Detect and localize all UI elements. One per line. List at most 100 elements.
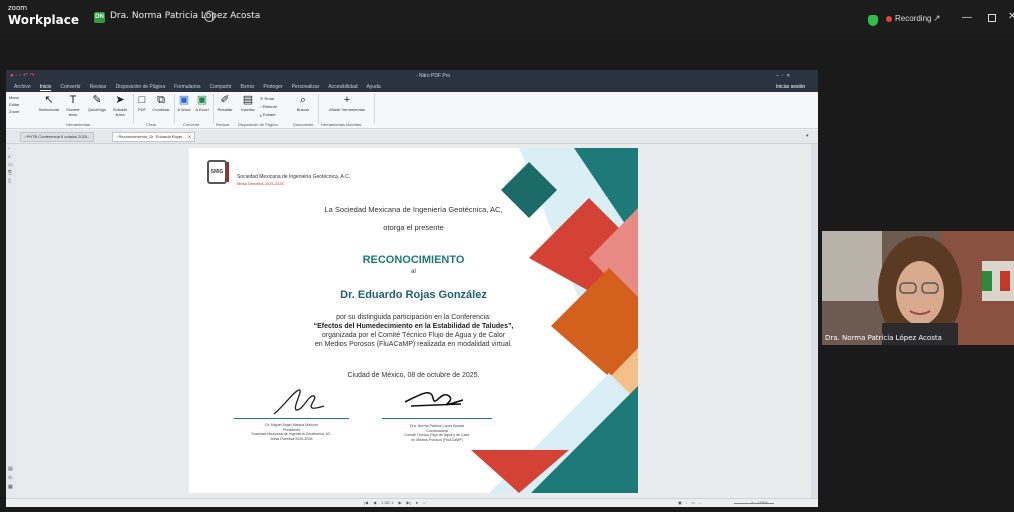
prev-page-icon[interactable]: ◀ (373, 500, 376, 505)
zoom-slider[interactable] (734, 503, 774, 504)
cert-body3: organizada por el Comité Técnico Flujo d… (321, 332, 506, 339)
vertical-scrollbar[interactable] (811, 144, 818, 498)
tool-solicitar[interactable]: ➤ Solicitar firma (109, 94, 131, 117)
plus-icon: + (343, 94, 351, 106)
tool-escribir[interactable]: T Escribir texto (62, 94, 84, 117)
tool-buscar[interactable]: ⌕ Buscar (293, 94, 313, 112)
continuous-icon[interactable]: ▫ (686, 500, 687, 505)
link-icon[interactable]: ⊙ (8, 475, 12, 481)
signer-1-mesa: Mesa Directiva 2025-2026 (270, 436, 313, 441)
pages-icon[interactable]: ▫ (8, 146, 10, 152)
tool-extraer[interactable]: ⤓ Extraer (260, 111, 277, 119)
menu-compartir[interactable]: Compartir (210, 84, 232, 90)
quick-access-icon[interactable]: ● ▫ ▫ ↶ ↷ (10, 70, 35, 82)
attachment-icon[interactable]: ⎘ (8, 170, 12, 176)
tool-combinar[interactable]: ⧉ Combinar (151, 94, 171, 112)
close-button[interactable]: ✕ (1008, 11, 1014, 22)
mesa-directiva: Mesa Directiva 2025-2026 (237, 181, 284, 186)
first-page-icon[interactable]: |◀ (364, 500, 368, 505)
signin-link[interactable]: Iniciar sesión (776, 82, 805, 92)
delete-icon: ▫ (260, 104, 262, 109)
menu-accesibilidad[interactable]: Accesibilidad (328, 84, 357, 90)
signature-line-2 (382, 418, 492, 419)
mode-editar[interactable]: Editar (9, 101, 19, 108)
shield-icon[interactable] (868, 15, 878, 26)
last-page-icon[interactable]: ▶| (407, 500, 411, 505)
page-indicator[interactable]: 1 DE 1 (381, 500, 393, 505)
tab-phtb[interactable]: ▫ PHTB Conferencia II cotalos 2025... (20, 132, 95, 142)
rotate-icon[interactable]: ● (416, 500, 418, 505)
minimize-button[interactable]: — (962, 12, 972, 23)
divider (174, 94, 175, 124)
window-controls[interactable]: – ▫ ✕ (776, 70, 790, 82)
menu-convertir[interactable]: Convertir (60, 84, 80, 90)
menu-bar: Archivo Inicio Convertir Revisar Disposi… (6, 82, 818, 92)
layers-icon[interactable]: ▤ (8, 466, 13, 472)
menu-ayuda[interactable]: Ayuda (367, 84, 381, 90)
menu-personalizar[interactable]: Personalizar (292, 84, 320, 90)
comment-icon[interactable]: ▭ (8, 162, 13, 168)
signature-line-1 (234, 418, 349, 419)
signer-2: Dra. Norma Patricia López Acosta Coordin… (372, 424, 502, 442)
recording-indicator[interactable]: Recording (886, 14, 931, 23)
group-documento: Documento (293, 122, 314, 127)
tool-quicksign[interactable]: ✎ QuickSign (86, 94, 108, 112)
tool-rotar[interactable]: ↻ Rotar (260, 95, 277, 103)
tool-resaltar[interactable]: ✐ Resaltar (215, 94, 235, 112)
pdf-page: SMIG Sociedad Mexicana de Ingeniería Geo… (189, 148, 638, 493)
mode-mano[interactable]: Mano (9, 94, 19, 101)
cert-body2: “Efectos del Humedecimiento en la Estabi… (313, 323, 514, 330)
cert-line2: otorga el presente (383, 223, 444, 232)
settings-icon[interactable]: ▦ (8, 484, 13, 490)
cert-body4: en Medios Porosos (FluACaMP) realizada e… (314, 341, 513, 348)
page-navigation: |◀ ◀ 1 DE 1 ▶ ▶| ● ○ (364, 500, 425, 505)
tool-seleccionar[interactable]: ↖ Seleccionar (38, 94, 60, 112)
menu-borrar[interactable]: Borrar (240, 84, 254, 90)
org-name: Sociedad Mexicana de Ingeniería Geotécni… (237, 174, 351, 180)
tool-anadir[interactable]: + Añadir herramientas (322, 94, 372, 112)
record-dot-icon (886, 15, 892, 22)
bookmark-icon[interactable]: ▯ (8, 178, 11, 184)
cert-body1: por su distinguida participación en la C… (336, 314, 491, 321)
maximize-button[interactable] (988, 14, 996, 22)
group-crear: Crear (146, 122, 157, 127)
tool-a-excel[interactable]: ▣ A Excel (194, 94, 210, 112)
zoom-out-icon[interactable]: – (699, 500, 701, 505)
chevron-down-icon[interactable]: ⌄ (64, 11, 72, 22)
tool-a-word[interactable]: ▣ A Word (176, 94, 192, 112)
single-page-icon[interactable]: ▣ (678, 500, 682, 505)
pdf-icon: ▫ (116, 134, 118, 139)
highlight-icon: ✐ (220, 94, 230, 106)
group-revisar: Revisar (216, 122, 230, 127)
search-icon[interactable]: ⌕ (8, 154, 11, 160)
cert-recipient: Dr. Eduardo Rojas González (340, 289, 487, 301)
refresh-icon[interactable]: ○ (423, 500, 425, 505)
more-icon[interactable]: ··· (204, 11, 215, 22)
ribbon: Mano Editar Zoom ↖ Seleccionar T Escribir … (6, 92, 818, 129)
close-icon[interactable]: ✕ (188, 134, 191, 139)
smig-logo: SMIG (207, 160, 227, 184)
tool-pdf[interactable]: □ PDF (135, 94, 149, 112)
extract-icon: ⤓ (260, 112, 262, 117)
excel-icon: ▣ (196, 94, 208, 106)
menu-formularios[interactable]: Formularios (174, 84, 200, 90)
tool-eliminar[interactable]: ▫ Eliminar (260, 103, 277, 111)
cert-date: Ciudad de México, 08 de octubre de 2025. (347, 372, 480, 379)
nitro-window: ● ▫ ▫ ↶ ↷ - Nitro PDF Pro – ▫ ✕ Archivo … (6, 70, 818, 507)
mode-zoom[interactable]: Zoom (9, 108, 19, 115)
tab-reconocimiento[interactable]: ▫ Reconocimiento_Dr. Eduardo Rojas ... ✕ (112, 132, 196, 142)
menu-proteger[interactable]: Proteger (263, 84, 282, 90)
menu-inicio[interactable]: Inicio (39, 84, 52, 91)
chevron-down-icon[interactable]: ▾ (806, 133, 809, 139)
group-convertir: Convertir (183, 122, 200, 127)
menu-disposicion[interactable]: Disposición de Página (116, 84, 165, 90)
menu-revisar[interactable]: Revisar (90, 84, 107, 90)
menu-archivo[interactable]: Archivo (14, 84, 31, 90)
group-disposicion: Disposición de Página (238, 122, 278, 127)
signature-2 (404, 391, 464, 407)
expand-icon[interactable]: ↗ (933, 13, 941, 24)
host-name: Dra. Norma Patricia López Acosta (110, 11, 261, 21)
tool-insertar[interactable]: ▤ Insertar (238, 94, 258, 112)
next-page-icon[interactable]: ▶ (398, 500, 401, 505)
two-page-icon[interactable]: ▭ (691, 500, 695, 505)
